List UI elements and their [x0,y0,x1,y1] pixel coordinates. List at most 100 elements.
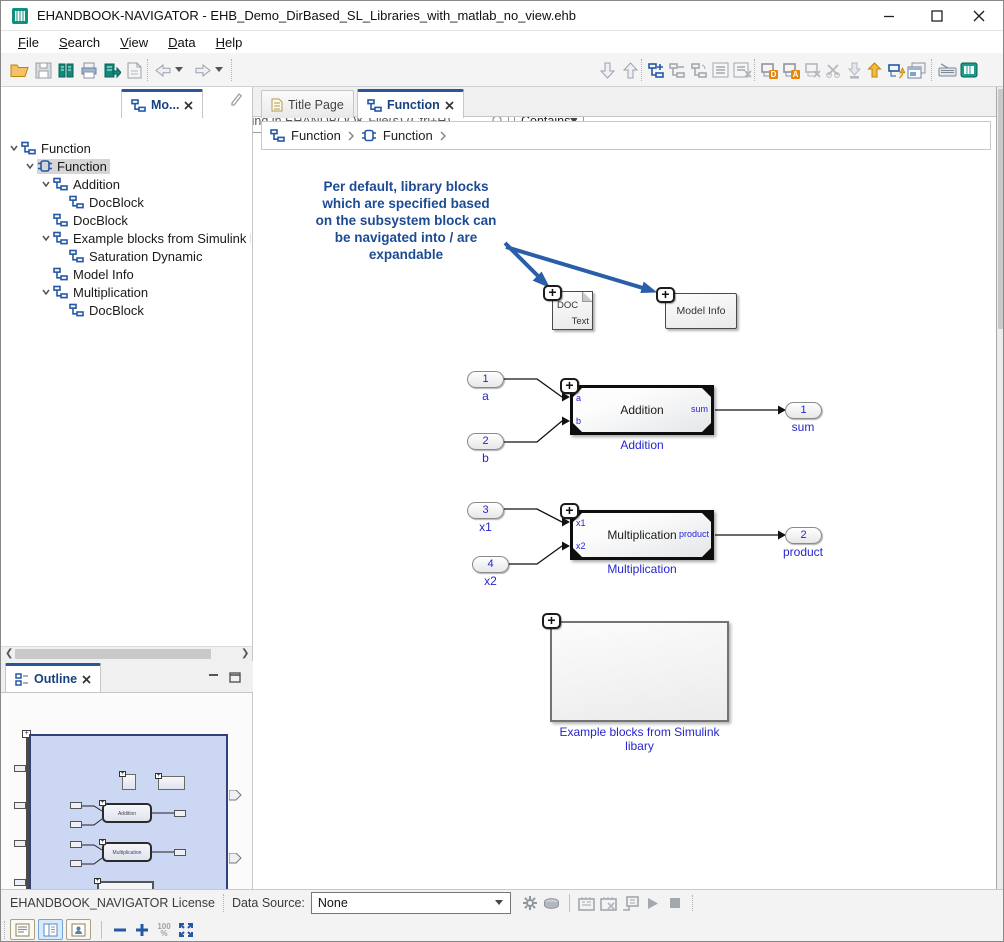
tab-outline[interactable]: Outline [5,663,101,692]
disconnect-ecu-icon[interactable] [598,892,620,914]
zoom-out-icon[interactable] [109,919,131,941]
navigate-forward-icon[interactable] [192,59,212,81]
tree-item-example-blocks[interactable]: Example blocks from Simulink lib [1,229,251,247]
back-history-dropdown-icon[interactable] [173,59,185,81]
maximize-panel-icon[interactable] [229,670,243,682]
show-annotation-blocks-icon[interactable]: A [781,59,801,81]
tree-item-function-subsystem[interactable]: Function [1,157,251,175]
close-icon[interactable] [445,101,454,110]
multiplication-subsystem-block[interactable]: Multiplication x1 x2 product [570,510,714,560]
open-book-icon[interactable] [56,59,76,81]
outline-viewport[interactable]: + + Addition + Multiplication + + [29,734,228,889]
save-icon[interactable] [33,59,53,81]
previous-match-icon[interactable] [620,59,640,81]
next-match-icon[interactable] [597,59,617,81]
print-icon[interactable] [79,59,99,81]
show-list-icon[interactable] [710,59,730,81]
start-measurement-icon[interactable] [642,892,664,914]
outline-miniature[interactable]: + + + Addition + [1,693,253,889]
expand-badge-example[interactable]: + [542,613,561,629]
export-pdf-icon[interactable] [124,59,144,81]
open-file-icon[interactable] [9,59,29,81]
scroll-right-icon[interactable]: ❯ [241,648,249,659]
scrollbar-thumb[interactable] [15,649,211,659]
data-layer-icon[interactable] [541,892,563,914]
collapse-model-tree-icon[interactable] [667,59,687,81]
outport-oval-2[interactable]: 2 [785,527,822,544]
connect-ecu-icon[interactable] [576,892,598,914]
tab-function[interactable]: Function [357,89,464,118]
edit-filter-icon[interactable] [229,91,244,111]
menu-help[interactable]: Help [207,33,252,52]
tree-item-saturation-dynamic[interactable]: Saturation Dynamic [1,247,251,265]
minimize-button[interactable] [873,6,905,26]
export-book-icon[interactable] [102,59,122,81]
tree-item-addition[interactable]: Addition [1,175,251,193]
close-icon[interactable] [82,675,91,684]
tree-item-docblock[interactable]: DocBlock [1,301,251,319]
close-icon[interactable] [184,101,193,110]
tab-model[interactable]: Mo... [121,89,203,118]
navigate-back-icon[interactable] [153,59,173,81]
tree-item-function-model[interactable]: Function [1,139,251,157]
tree-item-model-info[interactable]: Model Info [1,265,251,283]
view-mode-split-button[interactable] [38,919,63,940]
breadcrumb-item-function[interactable]: Function [291,128,341,143]
model-info-block[interactable]: Model Info [665,293,737,329]
menu-file[interactable]: File [9,33,48,52]
chevron-expanded-icon[interactable] [7,141,21,155]
tree-item-docblock[interactable]: DocBlock [1,193,251,211]
tree-item-multiplication[interactable]: Multiplication [1,283,251,301]
menu-view[interactable]: View [111,33,157,52]
tab-title-page[interactable]: Title Page [261,90,354,118]
chevron-expanded-icon[interactable] [39,177,53,191]
minimize-panel-icon[interactable] [208,670,222,682]
fit-to-view-icon[interactable] [175,919,197,941]
data-source-select[interactable]: None [311,892,511,914]
open-in-new-window-icon[interactable] [906,59,926,81]
step-into-icon[interactable] [844,59,864,81]
virtual-keyboard-icon[interactable] [937,59,957,81]
scroll-left-icon[interactable]: ❮ [5,648,13,659]
menu-search[interactable]: Search [50,33,109,52]
outport-oval-1[interactable]: 1 [785,402,822,419]
measurement-config-icon[interactable] [620,892,642,914]
inport-oval-2[interactable]: 2 [467,433,504,450]
expand-badge-model-info[interactable]: + [656,287,675,303]
stop-measurement-icon[interactable] [664,892,686,914]
show-data-blocks-icon[interactable]: D [759,59,779,81]
settings-gear-icon[interactable] [519,892,541,914]
canvas-vertical-scrollbar[interactable] [996,87,1004,889]
go-to-parent-icon[interactable] [886,59,906,81]
ehandbook-window-icon[interactable] [959,59,979,81]
tree-item-docblock[interactable]: DocBlock [1,211,251,229]
chevron-expanded-icon[interactable] [23,159,37,173]
menu-data[interactable]: Data [159,33,204,52]
inport-oval-3[interactable]: 3 [467,502,504,519]
expand-badge-doc[interactable]: + [543,285,562,301]
view-mode-document-button[interactable] [10,919,35,940]
expand-model-tree-icon[interactable] [646,59,666,81]
hide-blocks-icon[interactable] [803,59,823,81]
detach-view-icon[interactable] [823,59,843,81]
tree-horizontal-scrollbar[interactable]: ❮ ❯ [1,646,253,661]
step-out-icon[interactable] [864,59,884,81]
expand-badge-multiplication[interactable]: + [560,503,579,519]
breadcrumb-item-subsystem[interactable]: Function [383,128,433,143]
clear-list-icon[interactable] [732,59,752,81]
expand-badge-addition[interactable]: + [560,378,579,394]
addition-subsystem-block[interactable]: Addition a b sum [570,385,714,435]
example-blocks-block[interactable] [550,621,729,722]
zoom-in-icon[interactable] [131,919,153,941]
chevron-expanded-icon[interactable] [39,285,53,299]
forward-history-dropdown-icon[interactable] [213,59,225,81]
zoom-reset-icon[interactable]: 100 % [153,919,175,941]
sync-model-tree-icon[interactable] [689,59,709,81]
inport-oval-1[interactable]: 1 [467,371,504,388]
maximize-button[interactable] [921,6,953,26]
view-mode-properties-button[interactable] [66,919,91,940]
scrollbar-thumb[interactable] [998,89,1004,329]
close-window-button[interactable] [963,6,995,26]
chevron-expanded-icon[interactable] [39,231,53,245]
inport-oval-4[interactable]: 4 [472,556,509,573]
